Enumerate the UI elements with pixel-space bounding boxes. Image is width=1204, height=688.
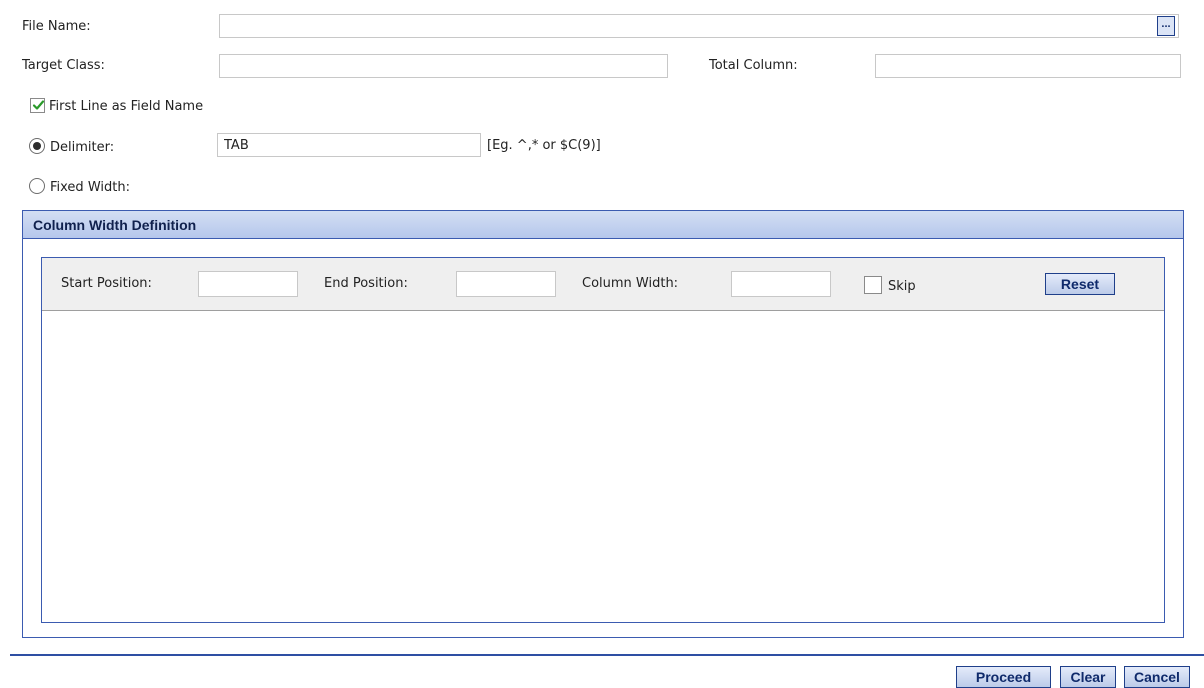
reset-button[interactable]: Reset xyxy=(1045,273,1115,295)
first-line-checkbox[interactable] xyxy=(30,98,45,113)
file-name-input[interactable] xyxy=(219,14,1179,38)
target-class-input[interactable] xyxy=(219,54,668,78)
column-width-label: Column Width: xyxy=(582,276,679,291)
panel-title: Column Width Definition xyxy=(23,211,1183,239)
target-class-label: Target Class: xyxy=(22,58,105,73)
delimiter-radio[interactable] xyxy=(29,138,45,154)
browse-button[interactable]: ... xyxy=(1157,16,1175,36)
checkmark-icon xyxy=(32,100,45,110)
clear-button[interactable]: Clear xyxy=(1060,666,1116,688)
footer-divider xyxy=(10,654,1204,656)
column-width-panel: Column Width Definition Start Position: … xyxy=(22,210,1184,638)
skip-checkbox[interactable] xyxy=(864,276,882,294)
total-column-input[interactable] xyxy=(875,54,1181,78)
skip-label: Skip xyxy=(888,279,916,294)
start-position-input[interactable] xyxy=(198,271,298,297)
delimiter-hint: [Eg. ^,* or $C(9)] xyxy=(487,138,601,153)
proceed-button[interactable]: Proceed xyxy=(956,666,1051,688)
cancel-button[interactable]: Cancel xyxy=(1124,666,1190,688)
end-position-input[interactable] xyxy=(456,271,556,297)
fixed-width-radio[interactable] xyxy=(29,178,45,194)
column-width-inner-box: Start Position: End Position: Column Wid… xyxy=(41,257,1165,623)
column-width-toolbar: Start Position: End Position: Column Wid… xyxy=(42,258,1164,311)
radio-selected-dot xyxy=(33,142,41,150)
start-position-label: Start Position: xyxy=(61,276,152,291)
end-position-label: End Position: xyxy=(324,276,408,291)
total-column-label: Total Column: xyxy=(709,58,798,73)
column-width-input[interactable] xyxy=(731,271,831,297)
first-line-label: First Line as Field Name xyxy=(49,99,204,114)
fixed-width-label: Fixed Width: xyxy=(50,180,130,195)
delimiter-label: Delimiter: xyxy=(50,140,115,155)
file-name-label: File Name: xyxy=(22,19,91,34)
delimiter-input[interactable] xyxy=(217,133,481,157)
